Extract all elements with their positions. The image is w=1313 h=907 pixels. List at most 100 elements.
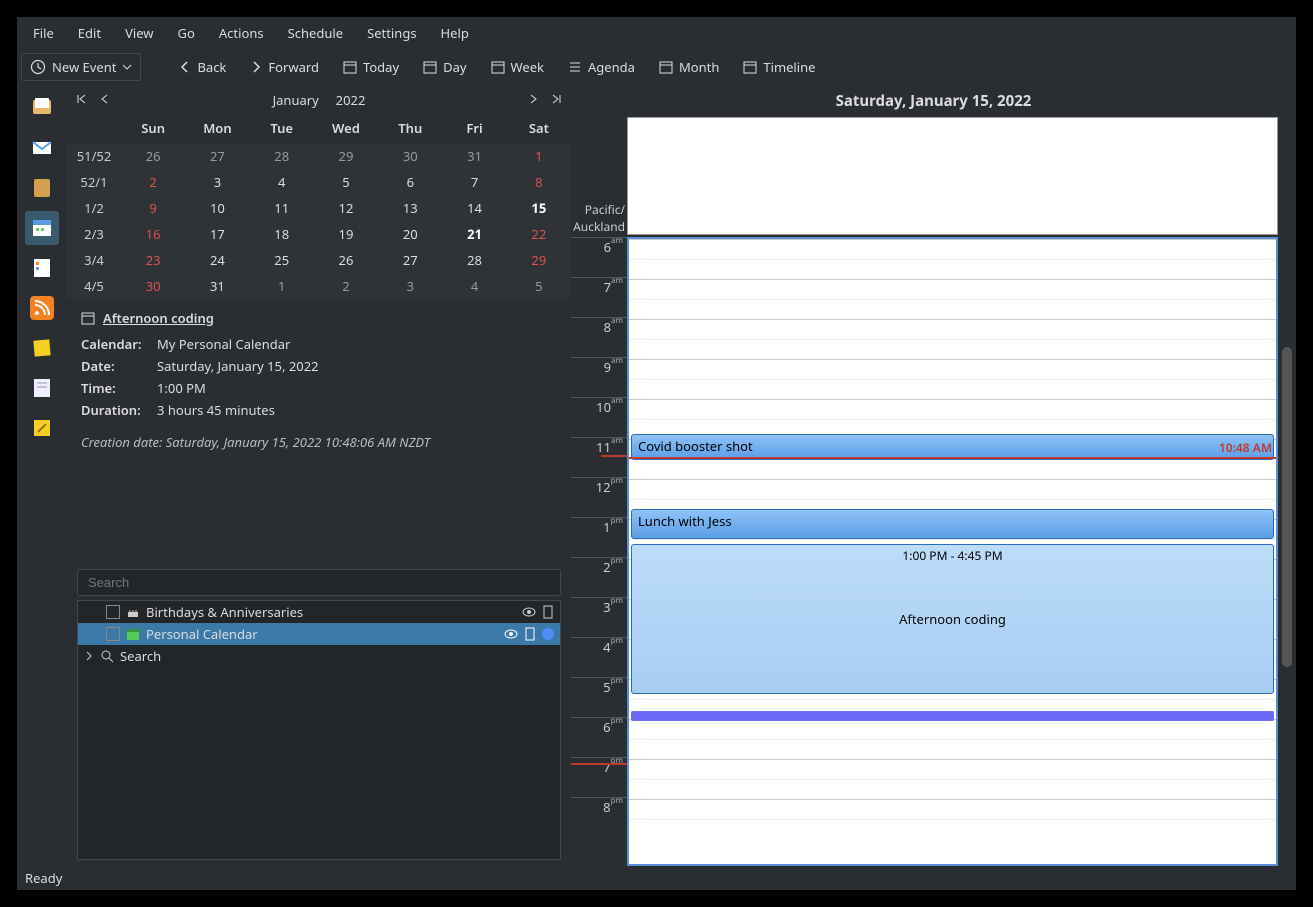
datepicker-day[interactable]: 29 (507, 247, 571, 273)
datepicker-day[interactable]: 28 (250, 143, 314, 169)
datepicker-day[interactable]: 31 (185, 273, 249, 299)
menu-go[interactable]: Go (166, 18, 207, 48)
today-button[interactable]: Today (333, 54, 409, 80)
activity-notes[interactable] (25, 331, 59, 365)
datepicker-day[interactable]: 27 (185, 143, 249, 169)
week-number[interactable]: 1/2 (67, 195, 121, 221)
datepicker-day[interactable]: 1 (250, 273, 314, 299)
menu-edit[interactable]: Edit (66, 18, 113, 48)
datepicker-day[interactable]: 8 (507, 169, 571, 195)
color-dot[interactable] (542, 628, 554, 640)
allday-area[interactable] (627, 117, 1278, 235)
day-button[interactable]: Day (413, 54, 476, 80)
datepicker-day[interactable]: 21 (442, 221, 506, 247)
datepicker-day[interactable]: 5 (314, 169, 378, 195)
datepicker-day[interactable]: 12 (314, 195, 378, 221)
datepicker-month[interactable]: January (273, 91, 319, 109)
menu-settings[interactable]: Settings (355, 18, 428, 48)
eye-icon[interactable] (522, 605, 536, 619)
datepicker-year[interactable]: 2022 (336, 91, 366, 109)
week-number[interactable]: 51/52 (67, 143, 121, 169)
datepicker-day[interactable]: 10 (185, 195, 249, 221)
week-number[interactable]: 52/1 (67, 169, 121, 195)
scrollbar[interactable] (1282, 347, 1292, 667)
datepicker-day[interactable]: 2 (121, 169, 185, 195)
activity-feeds[interactable] (25, 291, 59, 325)
datepicker-day[interactable]: 15 (507, 195, 571, 221)
menu-schedule[interactable]: Schedule (276, 18, 355, 48)
cal-search[interactable]: Search (78, 645, 560, 667)
event-lunch[interactable]: Lunch with Jess (631, 509, 1274, 539)
datepicker-day[interactable]: 3 (378, 273, 442, 299)
datepicker-day[interactable]: 26 (121, 143, 185, 169)
datepicker-day[interactable]: 13 (378, 195, 442, 221)
datepicker-day[interactable]: 30 (378, 143, 442, 169)
datepicker-day[interactable]: 17 (185, 221, 249, 247)
datepicker-day[interactable]: 5 (507, 273, 571, 299)
week-number[interactable]: 4/5 (67, 273, 121, 299)
back-button[interactable]: Back (169, 54, 236, 80)
checkbox-icon[interactable] (106, 605, 120, 619)
activity-journal[interactable] (25, 371, 59, 405)
activity-mail[interactable] (25, 131, 59, 165)
menu-help[interactable]: Help (429, 18, 481, 48)
next-month-button[interactable] (529, 91, 539, 109)
menu-actions[interactable]: Actions (207, 18, 276, 48)
datepicker-day[interactable]: 16 (121, 221, 185, 247)
datepicker-day[interactable]: 28 (442, 247, 506, 273)
datepicker-day[interactable]: 1 (507, 143, 571, 169)
search-input[interactable] (77, 569, 561, 596)
event-coding[interactable]: 1:00 PM - 4:45 PMAfternoon coding (631, 544, 1274, 694)
datepicker-day[interactable]: 2 (314, 273, 378, 299)
datepicker-day[interactable]: 6 (378, 169, 442, 195)
activity-todo[interactable] (25, 251, 59, 285)
datepicker-day[interactable]: 7 (442, 169, 506, 195)
timeline-button[interactable]: Timeline (733, 54, 825, 80)
prev-month-button[interactable] (99, 91, 109, 109)
datepicker-day[interactable]: 20 (378, 221, 442, 247)
month-button[interactable]: Month (649, 54, 729, 80)
cal-birthdays[interactable]: Birthdays & Anniversaries (78, 601, 560, 623)
activity-notes2[interactable] (25, 411, 59, 445)
week-button[interactable]: Week (481, 54, 554, 80)
event-title[interactable]: Afternoon coding (103, 309, 214, 327)
datepicker-day[interactable]: 25 (250, 247, 314, 273)
agenda-button[interactable]: Agenda (558, 54, 645, 80)
datepicker-day[interactable]: 23 (121, 247, 185, 273)
datepicker-day[interactable]: 18 (250, 221, 314, 247)
last-month-button[interactable] (551, 91, 563, 109)
activity-contacts[interactable] (25, 171, 59, 205)
datepicker-day[interactable]: 27 (378, 247, 442, 273)
datepicker-day[interactable]: 22 (507, 221, 571, 247)
datepicker-day[interactable]: 3 (185, 169, 249, 195)
datepicker-day[interactable]: 14 (442, 195, 506, 221)
datepicker-day[interactable]: 26 (314, 247, 378, 273)
first-month-button[interactable] (75, 91, 87, 109)
datepicker-day[interactable]: 9 (121, 195, 185, 221)
menu-view[interactable]: View (113, 18, 165, 48)
bookmark-icon[interactable] (542, 605, 554, 619)
datepicker-day[interactable]: 11 (250, 195, 314, 221)
datepicker-day[interactable]: 29 (314, 143, 378, 169)
eye-icon[interactable] (504, 627, 518, 641)
datepicker-day[interactable]: 4 (442, 273, 506, 299)
week-number[interactable]: 3/4 (67, 247, 121, 273)
checkbox-icon[interactable] (106, 627, 120, 641)
activity-summary[interactable] (25, 91, 59, 125)
time-grid[interactable]: Covid booster shot10:48 AMLunch with Jes… (627, 237, 1278, 866)
week-number[interactable]: 2/3 (67, 221, 121, 247)
datepicker-day[interactable]: 31 (442, 143, 506, 169)
cal-search-label: Search (120, 647, 161, 665)
datepicker-day[interactable]: 24 (185, 247, 249, 273)
cal-personal[interactable]: Personal Calendar (78, 623, 560, 645)
activity-calendar[interactable] (25, 211, 59, 245)
datepicker-day[interactable]: 19 (314, 221, 378, 247)
calendar-icon (81, 311, 95, 325)
forward-button[interactable]: Forward (240, 54, 329, 80)
new-event-button[interactable]: New Event (21, 53, 141, 81)
menu-file[interactable]: File (21, 18, 66, 48)
bookmark-icon[interactable] (524, 627, 536, 641)
datepicker-day[interactable]: 30 (121, 273, 185, 299)
event-bar[interactable] (631, 711, 1274, 721)
datepicker-day[interactable]: 4 (250, 169, 314, 195)
